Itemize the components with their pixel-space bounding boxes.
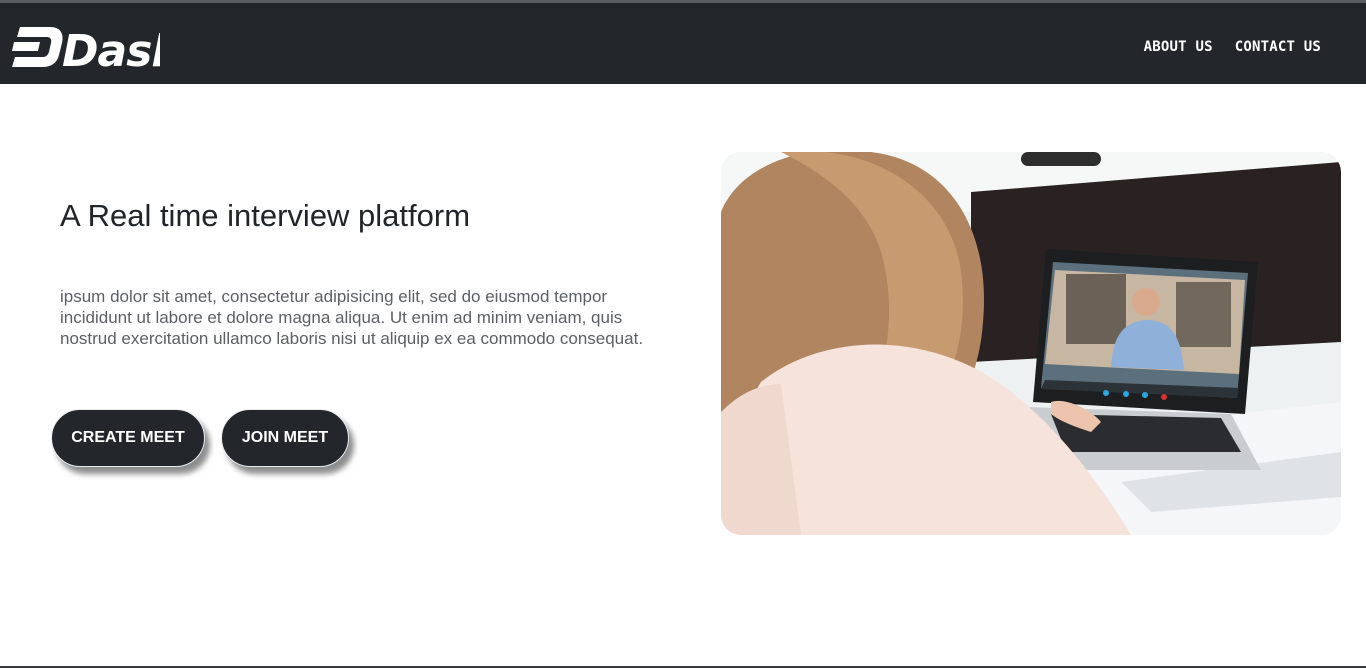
video-call-illustration (721, 152, 1341, 535)
nav-contact-us[interactable]: CONTACT US (1235, 39, 1321, 55)
join-meet-button[interactable]: JOIN MEET (221, 409, 349, 467)
logo-wordmark: Dash (62, 26, 160, 69)
hero-title: A Real time interview platform (60, 198, 471, 233)
hero-description: ipsum dolor sit amet, consectetur adipis… (60, 287, 644, 348)
dash-logo[interactable]: Dash (10, 23, 160, 69)
create-meet-button[interactable]: CREATE MEET (51, 409, 205, 467)
nav-links: ABOUT US CONTACT US (1144, 39, 1321, 55)
dash-logo-mark: Dash (12, 26, 160, 69)
navbar: Dash ABOUT US CONTACT US (0, 3, 1366, 84)
nav-about-us[interactable]: ABOUT US (1144, 39, 1213, 55)
hero-image (721, 152, 1341, 535)
